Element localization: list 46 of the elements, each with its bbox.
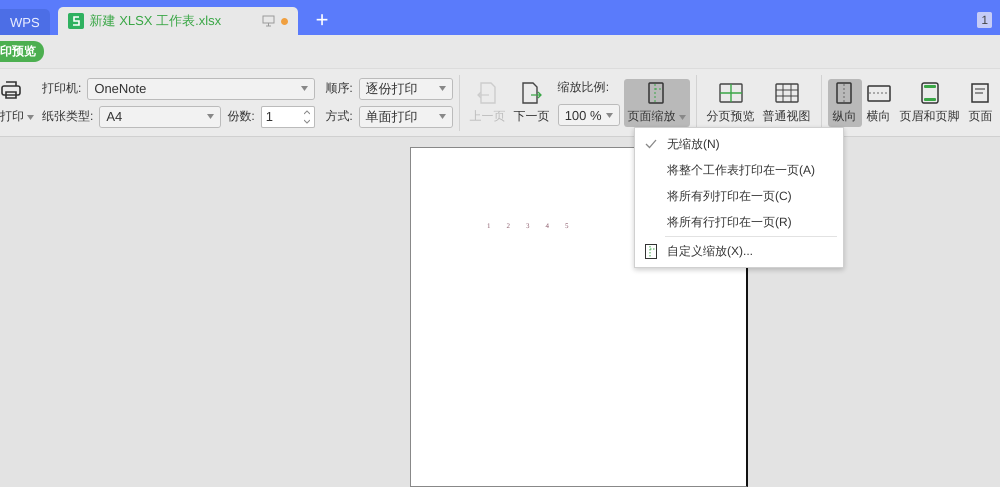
caret-icon [207,114,214,120]
document-tab[interactable]: WPS [0,9,50,36]
page-nav-button[interactable]: 下一页 [510,78,554,127]
caret-icon [606,112,613,118]
field-label: 份数: [227,108,255,126]
tab-title: 新建 XLSX 工作表.xlsx [90,12,222,30]
spin-arrows-icon [304,110,310,124]
menu-item[interactable]: 将整个工作表打印在一页(A) [635,157,843,183]
field-label: 纸张类型: [42,108,94,126]
menu-item[interactable]: 无缩放(N) [635,131,843,157]
layout-button[interactable]: 页面 [964,78,998,127]
caret-icon [438,114,446,120]
menu-item[interactable]: 自定义缩放(X)... [635,238,843,264]
printer-select[interactable]: OneNote [87,78,316,100]
field-label: 打印机: [42,80,82,98]
caret-icon [301,86,308,92]
new-tab-button[interactable]: + [310,7,334,34]
caret-icon [438,86,446,92]
page-break-icon [718,80,744,105]
spreadsheet-icon [68,13,84,30]
print-button[interactable]: 打印 [0,80,34,126]
field-label: 方式: [325,108,353,126]
order-select[interactable]: 逐份打印 [358,78,453,100]
layout-button[interactable]: 横向 [862,78,896,127]
caret-icon [27,115,34,120]
zoom-select[interactable]: 100 % [558,104,620,126]
print-preview-label: 印预览 [0,41,44,62]
duplex-select[interactable]: 单面打印 [358,106,453,128]
paper-select[interactable]: A4 [99,106,222,128]
grid-icon [774,80,800,105]
field-label: 顺序: [325,80,353,98]
caret-icon [678,114,686,120]
monitor-icon[interactable] [262,15,275,28]
layout-button[interactable]: 页眉和页脚 [896,78,964,127]
menu-item[interactable]: 将所有列打印在一页(C) [635,183,843,209]
menu-item[interactable]: 将所有行打印在一页(R) [635,209,843,235]
view-button[interactable]: 分页预览 [702,78,759,127]
copies-field[interactable]: 1 [260,106,315,128]
window-count[interactable]: 1 [977,12,992,28]
page-zoom-button[interactable]: 页面缩放 [624,78,690,127]
layout-button[interactable]: 纵向 [828,78,862,127]
zoom-label: 缩放比例: [558,79,610,96]
view-button[interactable]: 普通视图 [758,78,815,127]
printer-icon [0,80,22,100]
custom-zoom-icon [645,244,657,258]
tab-title: WPS [10,14,40,30]
